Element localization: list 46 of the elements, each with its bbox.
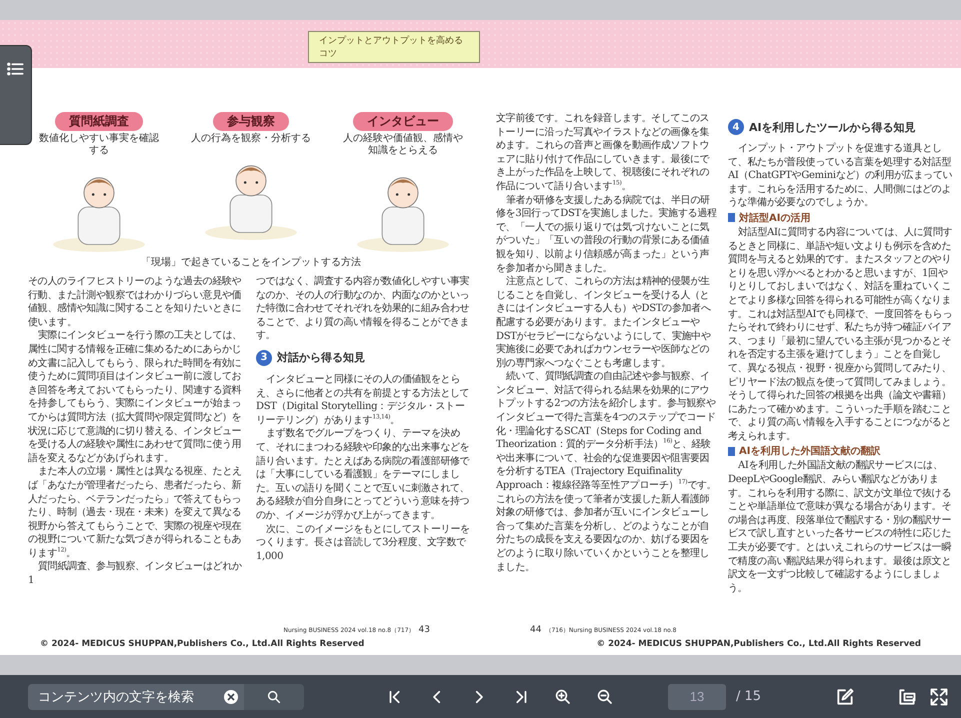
page-number: 43: [418, 625, 430, 635]
square-marker-icon: [728, 446, 735, 456]
zoom-in-icon: [554, 688, 572, 706]
body-paragraph: AIを利用した外国語文献の翻訳サービスには、DeepLやGoogle翻訳、みらい翻訳などがあります。これらを利用する際に、訳文が文単位で抜けることや単語単位で意味が異なる場合があります。その場合は再度、段落単位で翻訳する・別の翻訳サービスで訳し直すといった各サービスの特性に応じた工夫が必要です。とはいえこれらのサービスは一瞬で精度の高い翻訳結果が得られます。最後は原文と訳文を一文ずつ比較して確認するようにしましょう。: [728, 459, 952, 596]
body-paragraph: 続いて、質問紙調査の自由記述や参与観察、インタビュー、対話で得られる結果を効果的にアウトプットする2つの方法を紹介します。参与観察やインタビューで得た言葉を4つのステップでコード化・理論化するSCAT（Steps for Coding and Theorization：質的データ分析手法）$^{16)}$と、経験や出来事について、社会的な促進要因や阻害要因を分析するTEA（Trajectory Equifinality Approach：複線径路等至性アプローチ）$^{17)}$です。これらの方法を使って筆者が支援した新人看護師対象の研修では、参加者が互いにインタビューし合って集めた言葉を分析し、どのようなことが自分たちの成長を支える要因なのか、妨げる要因をどのように取り除いていくかということを整理しました。: [496, 370, 718, 574]
search-icon: [266, 688, 282, 704]
menu-button[interactable]: [0, 45, 32, 145]
search-field[interactable]: コンテンツ内の文字を検索: [28, 684, 244, 710]
body-paragraph: 対話型AIに質問する内容については、人に質問するときと同様に、単語や短い文よりも例示を含めた質問を与えると効果的です。またスタッフとのやりとりを思い浮かべるとわかると思いますが、1回やりとりしておしまいではなく、対話を重ねていくことでより多様な回答を得られる可能性が高くなります。これは対話型AIでも同様で、一度回答をもらったらそれで終わりにせず、私たちが持つ確証バイアス、つまり「最初に望んでいる主張が見つかるとそれを否定する主張を避けてしまう」ことを自覚して、異なる視点・視野・視座から質問してみたり、ピリヤード法の観点を使って質問してみましょう。そうして得られた回答の根拠を出典（論文や書籍）にあたって確かめます。こういった手順を踏むことで、より質の高い情報を入手することにつながると考えられます。: [728, 226, 954, 444]
section-number: 3: [256, 350, 272, 366]
body-paragraph: 文字前後です。これを録音します。そしてこのストーリーに沿った写真やイラストなどの画像を集めます。これらの音声と画像を動画作成ソフトウェアに貼り付けて作品にしていきます。最後にでき上がった作品を上映して、視聴後にそれぞれの作品について語り合います$^{15)}$。: [496, 112, 710, 194]
method-title: インタビュー: [353, 112, 453, 131]
method-title: 質問紙調査: [55, 112, 143, 131]
body-paragraph: 実際にインタビューを行う際の工夫としては、属性に関する情報を正確に集めるためにあらかじめ文書に記入してもらう、限られた時間を有効に使うために質問項目はインタビュー前に渡しておき回答を考えておいてもらったり、関連する資料を持参してもらう、実際にインタビューが始まってからは質問方法（拡大質問や限定質問など）を状況に応じて意識的に切り替える、インタビューを受ける人の経験や属性にあわせて質問に使う用語を変えるなどがあげられます。: [28, 329, 243, 466]
subsection-heading: AIを利用した外国語文献の翻訳: [739, 444, 880, 458]
zoom-out-icon: [596, 688, 614, 706]
body-paragraph: 注意点として、これらの方法は精神的侵襲が生じることを自覚し、インタビューを受ける人（ときにはインタビューする人も）やDSTの参加者へ配慮する必要があります。またインタビューやDSTがセラピーにならないようにして、実施中や実施後に必要であればカウンセラーや医師などの別の専門家へつなぐことも考慮します。: [496, 275, 712, 370]
method-title: 参与観察: [213, 112, 289, 131]
body-paragraph: 質問紙調査、参与観察、インタビューはどれか1: [28, 560, 243, 588]
copyright-text: © 2024- MEDICUS SHUPPAN,Publishers Co., Ltd.All Rights Reserved: [40, 639, 366, 649]
section-number: 4: [728, 119, 744, 135]
section-badge: インプットとアウトプットを高めるコツ: [308, 31, 480, 63]
body-paragraph: つではなく、調査する内容が数値化しやすい事実なのか、その人の行動なのか、内面なのかといった特徴に合わせてそれぞれを効果的に組み合わせることで、より質の高い情報を得ることができます。: [256, 275, 470, 343]
body-paragraph: インタビューと同様にその人の価値観をとらえ、さらに他者との共有を前提とする方法としてDST（Digital Storytelling：デジタル・ストーリーテリング）があります$^{13,14)}$。: [256, 372, 470, 428]
page-total: / 15: [736, 689, 762, 704]
body-paragraph: 次に、このイメージをもとにしてストーリーをつくります。長さは音読して3分程度、文字数で1,000: [256, 522, 471, 564]
section-heading: AIを利用したツールから得る知見: [749, 120, 916, 134]
search-button[interactable]: [244, 684, 304, 710]
method-caption: 数値化しやすい事実を確認する: [39, 133, 159, 157]
body-paragraph: 筆者が研修を支援したある病院では、半日の研修を3回行ってDSTを実施しました。実施する過程で、「一人での振り返りでは気づけないことに気がついた」「互いの普段の行動の背景にある価値観を知り、以前より信頼感が高まった」という声を参加者から聞きました。: [496, 194, 718, 276]
export-icon: [897, 686, 917, 706]
body-paragraph: まず数名でグループをつくり、テーマを決めて、それにまつわる経験や印象的な出来事などを語り合います。たとえばある病院の看護部研修では「大事にしている看護観」をテーマにしました。互いの語りを聞くことで互いに刺激されて、ある経験が自分自身にとってどういう意味を持つのか、イメージが浮かび上がってきます。: [256, 427, 470, 522]
method-caption: 人の経験や価値観、感情や知識をとらえる: [343, 133, 463, 157]
section-heading: 対話から得る知見: [277, 350, 365, 366]
fullscreen-icon: [929, 686, 949, 706]
body-paragraph: その人のライフヒストリーのような過去の経験や行動、また計測や観察ではわかりづらい意見や価値観、感情や知識に関することを知りたいときに使います。: [28, 275, 242, 330]
copyright-text: © 2024- MEDICUS SHUPPAN,Publishers Co., Ltd.All Rights Reserved: [596, 639, 921, 649]
page-number: 44: [530, 625, 542, 635]
body-paragraph: インプット・アウトプットを促進する道具として、私たちが普段使っている言葉を処理する対話型AI（ChatGPTやGeminiなど）の利用が広まっています。これらを活用するために、人間側にはどのような準備が必要なのでしょうか。: [728, 142, 954, 210]
method-caption: 人の行為を観察・分析する: [191, 133, 311, 145]
pencil-icon: [835, 686, 856, 706]
body-paragraph: また本人の立場・属性とは異なる視座、たとえば「あなたが管理者だったら、患者だったら、新人だったら、ベテランだったら」で答えてもらったり、時制（過去・現在・未来）を変えて異なる視野から答えてもらうことで、実際の視座や現在の視野について新たな気づきが得られることもあります$^{12)}$。: [28, 465, 243, 560]
figure-caption: 「現場」で起きていることをインプットする方法: [141, 256, 361, 269]
page-number-field[interactable]: 13: [668, 684, 726, 710]
square-marker-icon: [728, 213, 735, 222]
subsection-heading: 対話型AIの活用: [739, 211, 810, 225]
